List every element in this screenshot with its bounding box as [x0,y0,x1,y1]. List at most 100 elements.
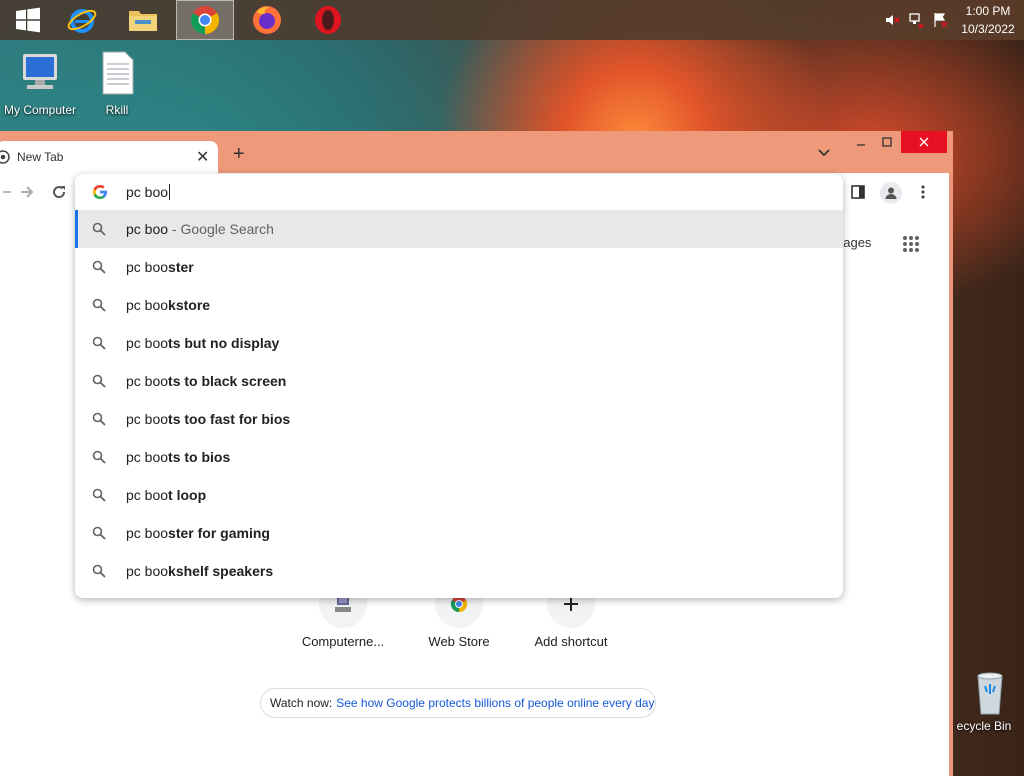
omnibox-input[interactable]: pc boo [75,174,843,210]
internet-explorer-taskbar-button[interactable] [54,0,110,40]
suggestion-prefix: pc boo [126,487,169,503]
chrome-taskbar-button[interactable] [176,0,234,40]
side-panel-button[interactable] [848,182,868,202]
suggestion-item[interactable]: pc boots to black screen [75,362,843,400]
tab-new-tab[interactable]: New Tab ✕ [0,141,218,173]
suggestion-completion: kshelf speakers [168,563,274,579]
suggestion-item[interactable]: pc bookstore [75,286,843,324]
back-arrow-icon [3,191,11,193]
watch-now-link[interactable]: See how Google protects billions of peop… [336,696,654,710]
suggestion-item[interactable]: pc boots too fast for bios [75,400,843,438]
suggestion-prefix: pc boo [126,259,169,275]
opera-icon [315,6,341,34]
folder-icon [129,11,157,31]
search-icon [92,526,106,540]
text-file-icon [77,50,157,99]
desktop-icon-label: Rkill [105,103,129,117]
suggestion-prefix: pc boo [126,373,169,389]
google-apps-grid-icon[interactable] [902,235,920,253]
tab-title: New Tab [17,150,64,164]
watch-now-prefix: Watch now: [270,696,333,710]
volume-muted-icon[interactable] [884,12,900,28]
tab-search-chevron-icon[interactable] [816,145,832,161]
chrome-menu-button[interactable] [913,182,933,202]
maximize-icon [882,137,892,147]
clock-time: 1:00 PM [965,4,1011,18]
forward-arrow-icon [21,186,34,198]
search-icon [92,450,106,464]
three-dots-vertical-icon [921,185,925,199]
close-window-button[interactable] [901,131,947,153]
suggestion-prefix: pc boo [126,525,169,541]
desktop-icon-label: ecycle Bin [956,719,1012,733]
watch-now-promo: Watch now: See how Google protects billi… [260,688,656,718]
profile-avatar-icon [885,187,897,199]
omnibox-dropdown: pc boo pc boo - Google Search pc booster… [75,174,843,598]
suggestion-prefix: pc boo [126,297,169,313]
suggestion-item[interactable]: pc boo - Google Search [75,210,843,248]
maximize-button[interactable] [872,131,902,153]
suggestion-completion: t loop [168,487,207,503]
shortcut-label: Computerne... [301,634,385,649]
search-icon [92,564,106,578]
text-caret [169,184,171,200]
windows-icon [16,7,40,33]
new-tab-button[interactable]: + [233,144,245,164]
suggestion-suffix: - Google Search [168,221,274,237]
minimize-icon [857,144,865,146]
start-button[interactable] [0,0,56,40]
suggestion-item[interactable]: pc boots to bios [75,438,843,476]
search-icon [92,222,106,236]
firefox-icon [253,6,281,34]
suggestion-item[interactable]: pc booster for gaming [75,514,843,552]
search-icon [92,336,106,350]
file-explorer-taskbar-button[interactable] [115,0,171,40]
tab-close-icon[interactable]: ✕ [196,147,209,167]
omnibox-value: pc boo [126,184,169,200]
suggestion-completion: kstore [168,297,211,313]
clock[interactable]: 1:00 PM 10/3/2022 [956,2,1020,38]
shortcut-label: Web Store [428,634,490,649]
shortcut-label: Add shortcut [534,634,608,649]
suggestion-completion: ts to bios [168,449,231,465]
chrome-icon [191,6,219,34]
suggestion-item[interactable]: pc boots but no display [75,324,843,362]
desktop-icon-rkill[interactable]: Rkill [77,50,157,117]
network-icon[interactable] [908,12,924,28]
suggestion-item[interactable]: pc booster [75,248,843,286]
suggestion-prefix: pc boo [126,411,169,427]
taskbar: 1:00 PM 10/3/2022 [0,0,1024,40]
desktop-icon-label: My Computer [3,103,77,117]
profile-button[interactable] [880,182,902,204]
tab-strip: New Tab ✕ + [0,131,953,173]
suggestion-prefix: pc boo [126,563,169,579]
suggestion-item[interactable]: pc boot loop [75,476,843,514]
suggestion-completion: ts to black screen [168,373,287,389]
action-center-flag-icon[interactable] [932,12,948,28]
reload-button[interactable] [48,181,70,203]
clock-date: 10/3/2022 [961,22,1015,36]
suggestion-completion: ster [168,259,194,275]
search-icon [92,298,106,312]
suggestion-prefix: pc boo [126,221,169,237]
computer-icon [0,50,80,99]
suggestion-prefix: pc boo [126,449,169,465]
omnibox-text[interactable]: pc boo [126,184,171,200]
search-icon [92,412,106,426]
internet-explorer-icon [67,9,97,33]
suggestion-prefix: pc boo [126,335,169,351]
forward-button[interactable] [16,181,38,203]
desktop-icon-recycle-bin[interactable]: ecycle Bin [944,670,1024,733]
opera-taskbar-button[interactable] [300,0,356,40]
reload-icon [53,186,66,199]
firefox-taskbar-button[interactable] [239,0,295,40]
suggestion-item[interactable]: pc bookshelf speakers [75,552,843,590]
close-icon [919,137,929,147]
system-tray: 1:00 PM 10/3/2022 [884,0,1024,40]
search-icon [92,374,106,388]
desktop-icon-my-computer[interactable]: My Computer [0,50,80,117]
plus-icon [564,597,578,611]
side-panel-icon [851,185,865,199]
recycle-bin-icon [956,670,1024,719]
suggestion-completion: ts too fast for bios [168,411,291,427]
